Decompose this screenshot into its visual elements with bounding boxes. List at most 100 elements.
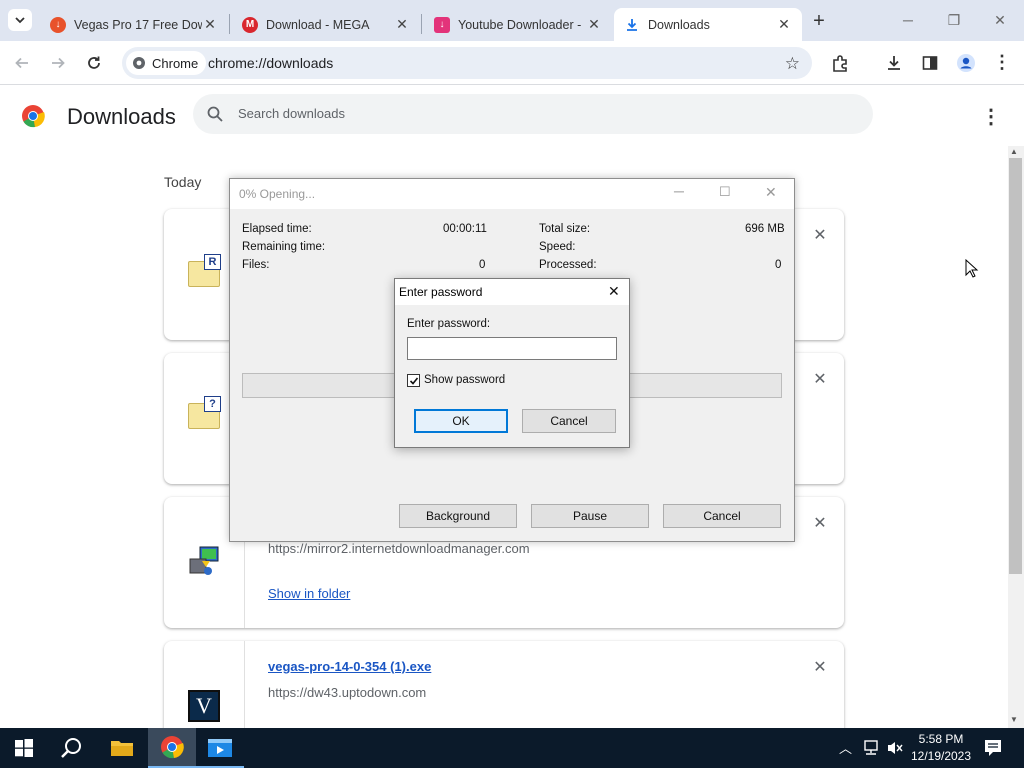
tab-search-button[interactable]: [8, 9, 32, 31]
chevron-up-icon[interactable]: ︿: [839, 738, 852, 757]
unknown-archive-icon: ?: [188, 396, 221, 429]
total-size-value: 696 MB: [745, 223, 785, 235]
mouse-cursor-icon: [965, 259, 979, 278]
files-value: 0: [479, 259, 486, 271]
dialog-titlebar: 0% Opening... ─ ☐ ✕: [230, 179, 794, 209]
bookmark-star-icon[interactable]: ☆: [785, 54, 800, 74]
date-group-label: Today: [164, 174, 202, 190]
network-icon[interactable]: [862, 740, 880, 756]
tab-title: Downloads: [648, 17, 710, 32]
chrome-logo-icon: [22, 105, 45, 128]
show-password-label[interactable]: Show password: [424, 374, 505, 386]
tab-strip: ↓ Vegas Pro 17 Free Dow ✕ M Download - M…: [0, 0, 1024, 41]
elapsed-time-label: Elapsed time:: [242, 223, 312, 235]
ok-button[interactable]: OK: [414, 409, 508, 433]
url-text[interactable]: chrome://downloads: [208, 55, 333, 71]
remove-download-icon[interactable]: ✕: [810, 657, 830, 677]
dialog-title: 0% Opening...: [239, 187, 316, 201]
scroll-down-arrow-icon[interactable]: ▼: [1010, 715, 1018, 724]
address-bar[interactable]: Chrome chrome://downloads ☆: [122, 47, 812, 79]
notifications-icon[interactable]: [984, 739, 1002, 757]
clock-date[interactable]: 12/19/2023: [909, 749, 973, 763]
close-icon[interactable]: ✕: [776, 16, 792, 33]
remove-download-icon[interactable]: ✕: [810, 225, 830, 245]
tab-downloads[interactable]: Downloads ✕: [614, 8, 802, 41]
close-icon[interactable]: ✕: [394, 16, 410, 33]
tab-title: Download - MEGA: [266, 17, 370, 32]
idm-installer-icon: [189, 546, 219, 575]
site-chip-label: Chrome: [152, 55, 199, 71]
mega-icon: M: [242, 16, 258, 33]
restore-icon[interactable]: ❐: [932, 8, 976, 32]
rar-archive-icon: R: [188, 254, 221, 287]
chrome-logo-icon: [133, 57, 145, 69]
search-icon[interactable]: [48, 728, 96, 768]
dialog-titlebar: Enter password ✕: [395, 279, 629, 305]
forward-arrow-icon[interactable]: [44, 49, 72, 77]
scroll-up-arrow-icon[interactable]: ▲: [1010, 147, 1018, 156]
vegas-icon: V: [188, 690, 220, 722]
volume-muted-icon[interactable]: [886, 740, 904, 756]
remove-download-icon[interactable]: ✕: [810, 369, 830, 389]
dialog-close-icon[interactable]: ✕: [765, 184, 777, 201]
minimize-icon[interactable]: ─: [886, 8, 930, 32]
site-chip[interactable]: Chrome: [126, 51, 207, 75]
page-menu-kebab-icon[interactable]: ⋮: [981, 104, 1001, 129]
background-button[interactable]: Background: [399, 504, 517, 528]
speed-label: Speed:: [539, 241, 576, 253]
password-input[interactable]: [407, 337, 617, 360]
close-icon[interactable]: ✕: [202, 16, 218, 33]
processed-value: 0: [775, 259, 782, 271]
pause-button[interactable]: Pause: [531, 504, 649, 528]
chevron-down-icon: [15, 16, 25, 23]
tab-youtube-downloader[interactable]: ↓ Youtube Downloader - ✕: [424, 8, 612, 41]
profile-avatar-icon[interactable]: [952, 49, 980, 77]
cancel-extraction-button[interactable]: Cancel: [663, 504, 781, 528]
cancel-button[interactable]: Cancel: [522, 409, 616, 433]
download-source-url: https://mirror2.internetdownloadmanager.…: [268, 541, 530, 556]
side-panel-icon[interactable]: [916, 49, 944, 77]
files-label: Files:: [242, 259, 270, 271]
remaining-time-label: Remaining time:: [242, 241, 326, 253]
tab-title: Vegas Pro 17 Free Dow: [74, 17, 202, 32]
remove-download-icon[interactable]: ✕: [810, 513, 830, 533]
clock-time[interactable]: 5:58 PM: [916, 732, 966, 746]
toolbar-download-icon[interactable]: [880, 49, 908, 77]
back-arrow-icon[interactable]: [8, 49, 36, 77]
show-in-folder-link[interactable]: Show in folder: [268, 586, 350, 601]
close-icon[interactable]: ✕: [586, 16, 602, 33]
tab-vegas[interactable]: ↓ Vegas Pro 17 Free Dow ✕: [40, 8, 228, 41]
password-field-label: Enter password:: [407, 318, 491, 330]
download-icon: [627, 18, 637, 31]
search-downloads-input[interactable]: Search downloads: [193, 94, 873, 134]
start-icon[interactable]: [0, 728, 48, 768]
reload-icon[interactable]: [80, 49, 108, 77]
dialog-title: Enter password: [399, 285, 483, 299]
window-close-icon[interactable]: ✕: [978, 8, 1022, 32]
checkmark-icon: [409, 376, 418, 385]
file-explorer-icon[interactable]: [98, 728, 146, 768]
windows-taskbar: ︿ 5:58 PM 12/19/2023: [0, 728, 1024, 768]
maximize-icon[interactable]: ☐: [719, 184, 731, 200]
show-password-checkbox[interactable]: [407, 374, 420, 387]
tab-mega[interactable]: M Download - MEGA ✕: [232, 8, 420, 41]
media-player-icon[interactable]: [196, 728, 244, 768]
extensions-icon[interactable]: [826, 49, 854, 77]
browser-toolbar: Chrome chrome://downloads ☆ ⋮: [0, 41, 1024, 85]
new-tab-button[interactable]: +: [806, 10, 832, 32]
total-size-label: Total size:: [539, 223, 591, 235]
elapsed-time-value: 00:00:11: [443, 223, 487, 235]
search-placeholder: Search downloads: [238, 106, 345, 121]
menu-kebab-icon[interactable]: ⋮: [988, 49, 1016, 77]
download-filename-link[interactable]: vegas-pro-14-0-354 (1).exe: [268, 659, 431, 674]
search-icon: [207, 106, 223, 122]
tab-title: Youtube Downloader -: [458, 17, 582, 32]
minimize-icon[interactable]: ─: [674, 183, 684, 199]
dialog-close-icon[interactable]: ✕: [608, 283, 620, 300]
download-site-icon: ↓: [434, 16, 450, 33]
processed-label: Processed:: [539, 259, 597, 271]
download-card: V vegas-pro-14-0-354 (1).exe https://dw4…: [164, 641, 844, 741]
page-title: Downloads: [67, 104, 176, 129]
chrome-icon[interactable]: [148, 728, 196, 768]
scrollbar-thumb[interactable]: [1009, 158, 1022, 574]
